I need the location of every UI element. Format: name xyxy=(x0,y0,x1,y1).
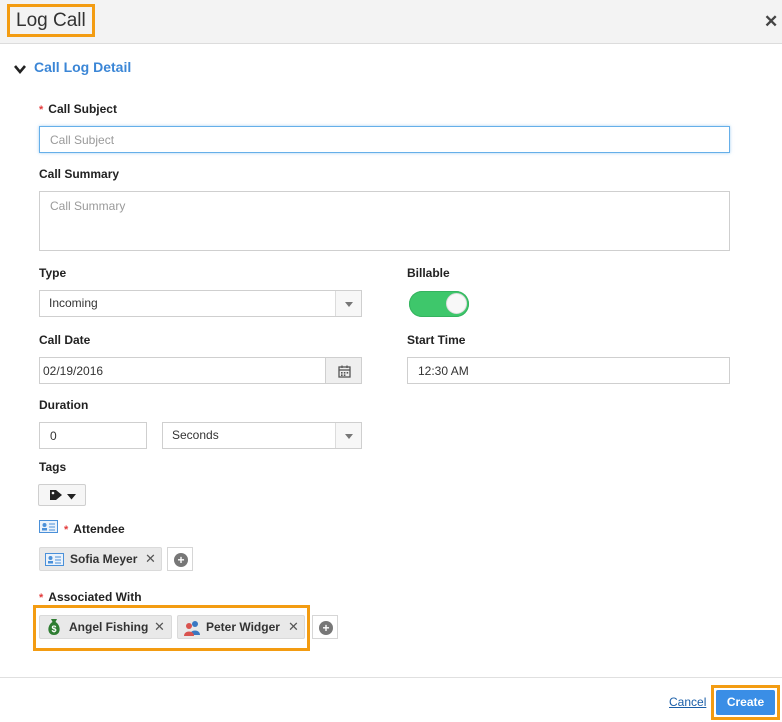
create-button[interactable]: Create xyxy=(716,690,775,715)
add-attendee-button[interactable]: + xyxy=(167,547,193,571)
call-summary-label: Call Summary xyxy=(39,167,120,181)
associated-chip-angel-fishing: $ Angel Fishing ✕ xyxy=(39,615,172,639)
add-association-button[interactable]: + xyxy=(312,615,338,639)
billable-toggle[interactable] xyxy=(409,291,469,317)
duration-input[interactable] xyxy=(39,422,147,449)
remove-icon[interactable]: ✕ xyxy=(145,551,156,567)
tags-label: Tags xyxy=(39,460,67,474)
contacts-people-icon xyxy=(184,621,200,636)
plus-circle-icon: + xyxy=(319,621,333,635)
svg-text:$: $ xyxy=(51,624,56,634)
footer-divider xyxy=(0,677,782,678)
caret-down-icon xyxy=(67,494,76,500)
call-date-label: Call Date xyxy=(39,333,91,347)
required-marker: * xyxy=(64,524,69,536)
plus-circle-icon: + xyxy=(174,553,188,567)
attendee-chip-label: Sofia Meyer xyxy=(70,552,138,566)
toggle-knob xyxy=(446,293,467,314)
dialog-title: Log Call xyxy=(7,4,95,37)
type-select[interactable]: Incoming xyxy=(39,290,362,317)
close-icon[interactable]: ✕ xyxy=(764,12,778,32)
associated-chip-peter-widger: Peter Widger ✕ xyxy=(177,615,305,639)
start-time-input[interactable] xyxy=(407,357,730,384)
type-select-value: Incoming xyxy=(49,296,98,310)
associated-with-label: * Associated With xyxy=(39,590,142,604)
call-date-input[interactable] xyxy=(39,357,326,384)
duration-unit-value: Seconds xyxy=(172,428,219,442)
attendee-label: * Attendee xyxy=(64,522,125,536)
remove-icon[interactable]: ✕ xyxy=(288,619,299,635)
calendar-button[interactable] xyxy=(325,357,362,384)
dialog-header xyxy=(0,0,782,44)
call-subject-input[interactable] xyxy=(39,126,730,153)
start-time-label: Start Time xyxy=(407,333,466,347)
dropdown-arrow-icon xyxy=(335,423,361,448)
contact-card-icon xyxy=(39,520,58,533)
required-marker: * xyxy=(39,104,44,116)
cancel-link[interactable]: Cancel xyxy=(669,695,706,709)
associated-chip-label: Peter Widger xyxy=(206,620,280,634)
associated-chip-label: Angel Fishing xyxy=(69,620,149,634)
money-bag-icon: $ xyxy=(48,619,60,635)
required-marker: * xyxy=(39,592,44,604)
call-summary-textarea[interactable] xyxy=(39,191,730,251)
attendee-chip: Sofia Meyer ✕ xyxy=(39,547,162,571)
chevron-down-icon[interactable] xyxy=(13,62,27,76)
billable-label: Billable xyxy=(407,266,450,280)
tag-dropdown-button[interactable] xyxy=(38,484,86,506)
calendar-icon xyxy=(338,365,351,378)
call-subject-label: * Call Subject xyxy=(39,102,117,116)
dropdown-arrow-icon xyxy=(335,291,361,316)
type-label: Type xyxy=(39,266,67,280)
contact-card-icon xyxy=(45,553,64,566)
duration-label: Duration xyxy=(39,398,89,412)
tag-icon xyxy=(50,490,62,500)
remove-icon[interactable]: ✕ xyxy=(154,619,165,635)
duration-unit-select[interactable]: Seconds xyxy=(162,422,362,449)
section-title[interactable]: Call Log Detail xyxy=(34,59,131,75)
